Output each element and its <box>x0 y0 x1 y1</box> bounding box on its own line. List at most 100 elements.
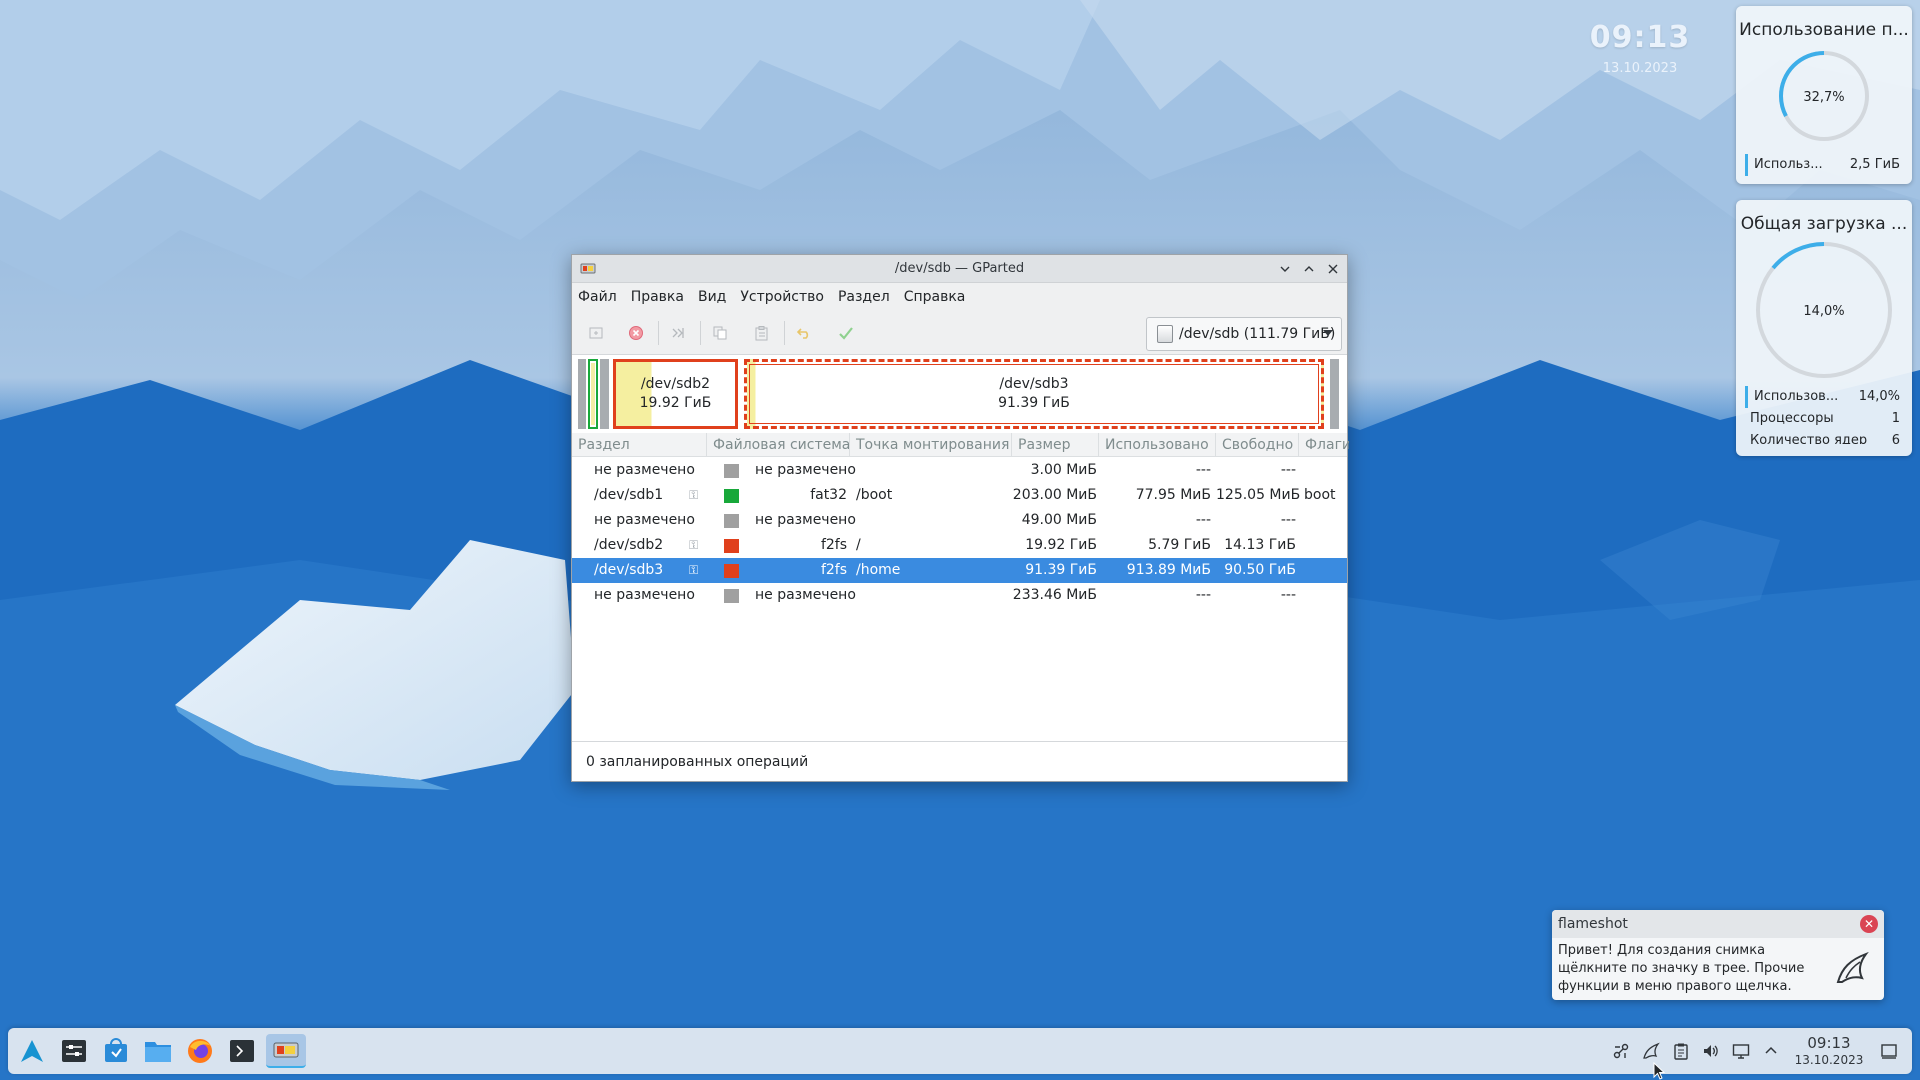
cell-free: 90.50 ГиБ <box>1224 562 1296 578</box>
dolphin-icon <box>145 1042 171 1062</box>
cpu-row-cores: Количество ядер 6 <box>1736 430 1912 444</box>
close-button[interactable] <box>1323 259 1343 279</box>
cpu-processors-value: 1 <box>1891 411 1900 426</box>
maximize-button[interactable] <box>1299 259 1319 279</box>
cell-filesystem: не размечено <box>755 512 856 528</box>
toolbar: /dev/sdb (111.79 ГиБ) <box>572 311 1347 355</box>
task-firefox[interactable] <box>182 1034 218 1068</box>
memory-gauge: 32,7% <box>1779 51 1869 141</box>
copy-icon <box>713 326 727 340</box>
disk-map: /dev/sdb2 19.92 ГиБ /dev/sdb3 91.39 ГиБ <box>572 355 1347 433</box>
task-gparted[interactable] <box>266 1034 306 1068</box>
task-dolphin[interactable] <box>140 1034 176 1068</box>
cpu-cores-label: Количество ядер <box>1750 433 1868 444</box>
gparted-window[interactable]: /dev/sdb — GParted Файл Правка Вид Устро… <box>571 254 1349 782</box>
display-icon <box>1732 1044 1750 1059</box>
memory-gauge-label: 32,7% <box>1803 90 1844 105</box>
display-tray[interactable] <box>1730 1040 1752 1062</box>
col-size[interactable]: Размер <box>1012 433 1099 457</box>
key-icon: ⚿ <box>689 488 699 502</box>
fs-color-swatch <box>724 514 739 528</box>
cell-flags: boot <box>1304 487 1336 503</box>
table-row[interactable]: не размечено не размечено 3.00 МиБ --- -… <box>572 458 1347 483</box>
clipboard-icon <box>1674 1043 1688 1060</box>
window-title: /dev/sdb — GParted <box>894 261 1025 276</box>
table-row-selected[interactable]: /dev/sdb3 ⚿ f2fs /home 91.39 ГиБ 913.89 … <box>572 558 1347 583</box>
cell-used: --- <box>1195 462 1211 478</box>
network-tray[interactable] <box>1610 1040 1632 1062</box>
gparted-icon <box>273 1042 299 1058</box>
volume-tray[interactable] <box>1700 1040 1722 1062</box>
paste-button[interactable] <box>752 323 772 343</box>
memory-usage-widget[interactable]: Использование п... 32,7% Использ... 2,5 … <box>1736 6 1912 184</box>
col-filesystem[interactable]: Файловая система <box>707 433 850 457</box>
cell-partition: не размечено <box>594 462 695 478</box>
table-row[interactable]: не размечено не размечено 49.00 МиБ --- … <box>572 508 1347 533</box>
delete-button[interactable] <box>626 323 646 343</box>
diskmap-sdb3-size: 91.39 ГиБ <box>998 395 1070 411</box>
cell-size: 19.92 ГиБ <box>1025 537 1097 553</box>
cell-partition: не размечено <box>594 587 695 603</box>
taskbar-clock-date: 13.10.2023 <box>1794 1053 1864 1067</box>
col-used[interactable]: Использовано <box>1099 433 1216 457</box>
show-desktop-icon <box>1881 1044 1897 1059</box>
copy-button[interactable] <box>710 323 730 343</box>
flameshot-icon <box>1836 951 1869 983</box>
menu-help[interactable]: Справка <box>904 289 966 305</box>
dropdown-arrow-icon <box>1323 330 1333 336</box>
col-mountpoint[interactable]: Точка монтирования <box>850 433 1012 457</box>
table-row[interactable]: /dev/sdb1 ⚿ fat32 /boot 203.00 МиБ 77.95… <box>572 483 1347 508</box>
diskmap-sdb3[interactable]: /dev/sdb3 91.39 ГиБ <box>744 359 1324 429</box>
task-discover[interactable] <box>98 1034 134 1068</box>
cell-filesystem: f2fs <box>820 562 847 578</box>
table-row[interactable]: не размечено не размечено 233.46 МиБ ---… <box>572 583 1347 608</box>
notification-close-button[interactable]: ✕ <box>1860 915 1878 933</box>
menu-file[interactable]: Файл <box>578 289 617 305</box>
diskmap-sdb2[interactable]: /dev/sdb2 19.92 ГиБ <box>613 359 738 429</box>
col-partition[interactable]: Раздел <box>572 433 707 457</box>
memory-row: Использ... 2,5 ГиБ <box>1736 154 1912 176</box>
clipboard-tray[interactable] <box>1670 1040 1692 1062</box>
undo-button[interactable] <box>794 323 814 343</box>
table-row[interactable]: /dev/sdb2 ⚿ f2fs / 19.92 ГиБ 5.79 ГиБ 14… <box>572 533 1347 558</box>
minimize-button[interactable] <box>1275 259 1295 279</box>
diskmap-unallocated-2[interactable] <box>600 359 609 429</box>
cell-partition: /dev/sdb3 <box>594 562 664 578</box>
menu-device[interactable]: Устройство <box>740 289 824 305</box>
fs-color-swatch <box>724 489 739 503</box>
col-flags[interactable]: Флаги <box>1299 433 1349 457</box>
application-launcher[interactable] <box>14 1034 50 1068</box>
tray-expand-button[interactable] <box>1760 1040 1782 1062</box>
device-selector[interactable]: /dev/sdb (111.79 ГиБ) <box>1146 317 1342 351</box>
taskbar-clock[interactable]: 09:13 13.10.2023 <box>1788 1034 1870 1068</box>
cpu-row-usage: Использов... 14,0% <box>1736 386 1912 408</box>
resize-move-button[interactable] <box>668 323 688 343</box>
diskmap-unallocated-1[interactable] <box>578 359 586 429</box>
new-partition-button[interactable] <box>586 323 606 343</box>
cell-mountpoint: / <box>856 537 861 553</box>
menu-view[interactable]: Вид <box>698 289 726 305</box>
cell-partition: не размечено <box>594 512 695 528</box>
show-desktop-button[interactable] <box>1878 1040 1900 1062</box>
volume-icon <box>1704 1045 1718 1057</box>
memory-row-label: Использ... <box>1745 154 1823 176</box>
task-settings[interactable] <box>56 1034 92 1068</box>
flameshot-notification[interactable]: flameshot ✕ Привет! Для создания снимка … <box>1552 910 1884 1000</box>
cpu-load-widget[interactable]: Общая загрузка ... 14,0% Использов... 14… <box>1736 200 1912 456</box>
cpu-gauge-label: 14,0% <box>1803 304 1844 319</box>
key-icon: ⚿ <box>689 563 699 577</box>
task-konsole[interactable] <box>224 1034 260 1068</box>
diskmap-sdb1[interactable] <box>588 359 598 429</box>
window-titlebar[interactable]: /dev/sdb — GParted <box>572 255 1347 283</box>
cpu-widget-title: Общая загрузка ... <box>1740 214 1908 234</box>
col-free[interactable]: Свободно <box>1216 433 1299 457</box>
cell-mountpoint: /boot <box>856 487 893 503</box>
launcher-icon <box>21 1040 43 1062</box>
diskmap-unallocated-3[interactable] <box>1330 359 1339 429</box>
menu-partition[interactable]: Раздел <box>838 289 890 305</box>
menu-edit[interactable]: Правка <box>631 289 684 305</box>
memory-row-value: 2,5 ГиБ <box>1849 157 1900 172</box>
apply-button[interactable] <box>836 323 856 343</box>
chevron-up-icon <box>1765 1046 1777 1054</box>
flameshot-tray[interactable] <box>1640 1040 1662 1062</box>
